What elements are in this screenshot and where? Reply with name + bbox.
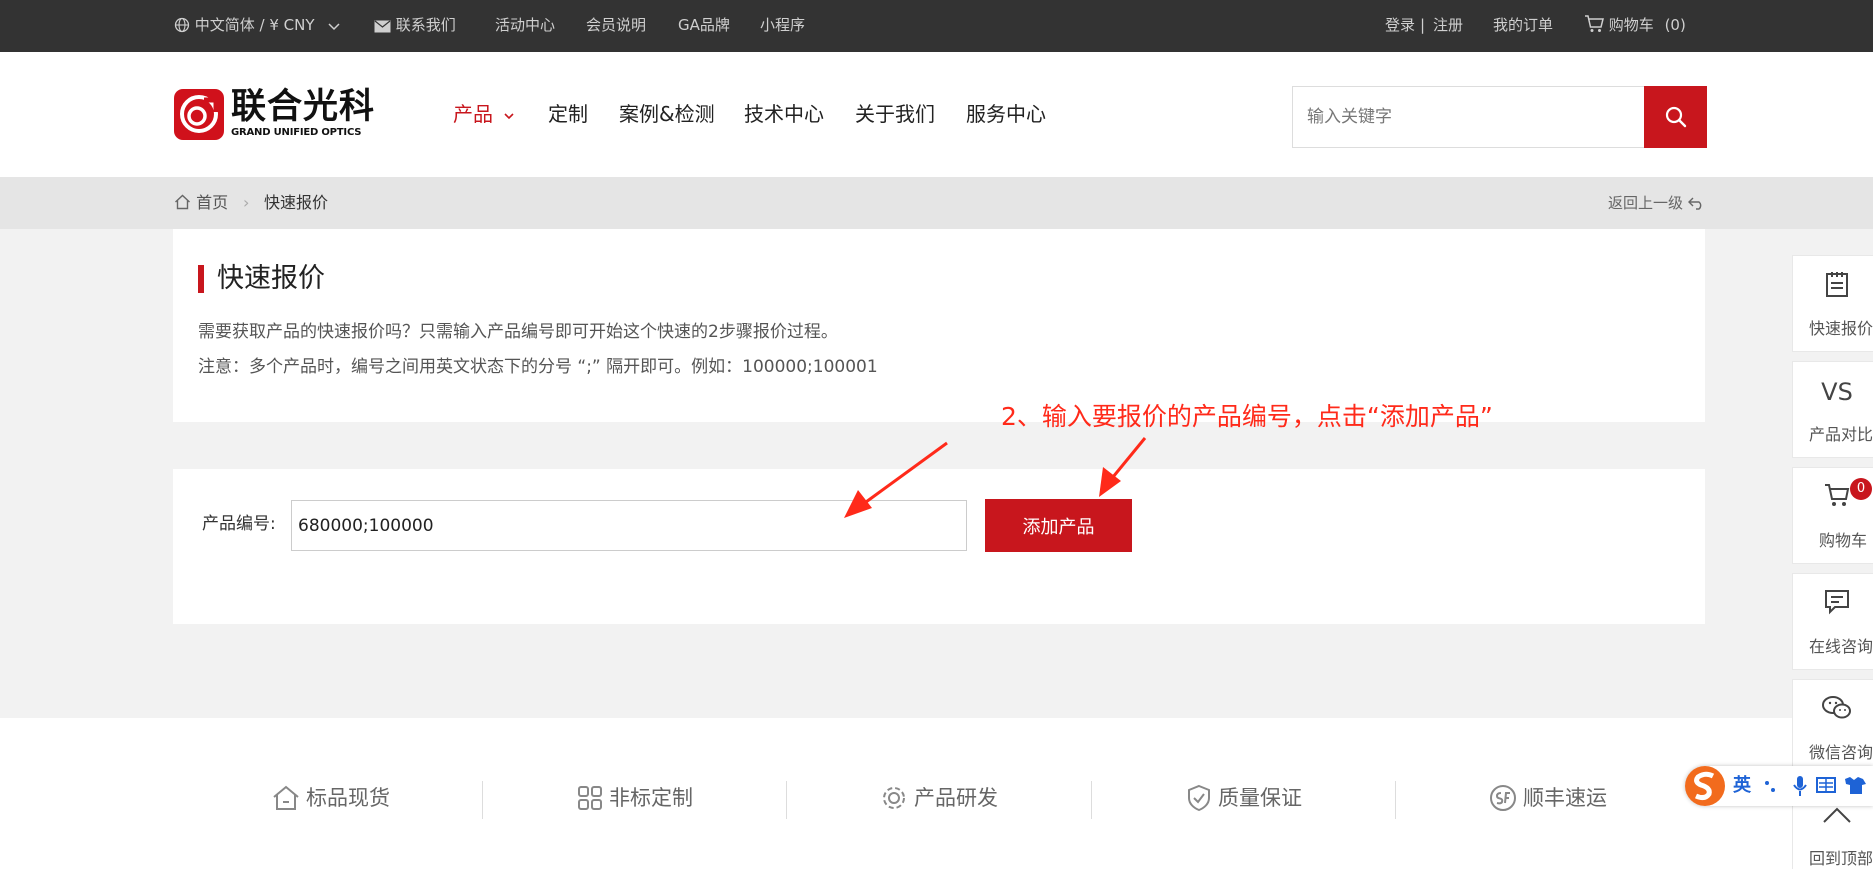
rail-compare-label: 产品对比 [1809,425,1873,444]
rail-cart[interactable]: 0 购物车 [1792,467,1873,564]
divider [786,781,787,819]
feature-sf-label: 顺丰速运 [1523,786,1607,810]
chevron-up-icon [1793,806,1873,838]
skin-icon [1845,777,1866,794]
ime-toolbar[interactable]: 英 [1685,766,1873,806]
arrow-to-input [844,441,948,518]
rail-online-chat[interactable]: 在线咨询 [1792,573,1873,670]
arrow-to-button [1099,437,1147,497]
feature-rd: 产品研发 [880,783,998,813]
punctuation-icon [1765,781,1775,792]
keyboard-icon [1816,777,1836,793]
rail-compare[interactable]: VS 产品对比 [1792,361,1873,458]
feature-stock: 标品现货 [272,783,390,813]
feature-custom-label: 非标定制 [609,786,693,810]
divider [1091,781,1092,819]
cart-badge: 0 [1850,478,1872,500]
divider [482,781,483,819]
feature-stock-label: 标品现货 [306,786,390,810]
feature-sf: 顺丰速运 [1489,783,1607,813]
chat-icon [1793,588,1873,620]
gear-icon [883,787,905,809]
rail-wechat[interactable]: 微信咨询 [1792,679,1873,776]
sogou-logo-icon [1685,766,1725,806]
feature-quality-label: 质量保证 [1218,786,1302,810]
vs-icon: VS [1821,378,1853,406]
feature-custom: 非标定制 [577,783,693,813]
shield-check-icon [1188,784,1210,812]
wechat-icon [1793,694,1873,726]
ime-language[interactable]: 英 [1733,774,1751,798]
rail-wechat-label: 微信咨询 [1809,743,1873,762]
house-icon [273,785,299,810]
rail-quick-quote-label: 快速报价 [1809,319,1873,338]
divider [1395,781,1396,819]
microphone-icon [1793,776,1807,796]
rail-back-to-top-label: 回到顶部 [1809,849,1873,868]
rail-online-chat-label: 在线咨询 [1809,637,1873,656]
rail-cart-label: 购物车 [1819,531,1868,550]
rail-quick-quote[interactable]: 快速报价 [1792,255,1873,352]
notepad-icon [1793,270,1873,302]
feature-quality: 质量保证 [1186,783,1302,813]
sf-express-icon [1490,785,1516,811]
ime-toolbar-icons [1685,766,1866,806]
grid-icon [578,786,602,810]
feature-rd-label: 产品研发 [914,786,998,810]
